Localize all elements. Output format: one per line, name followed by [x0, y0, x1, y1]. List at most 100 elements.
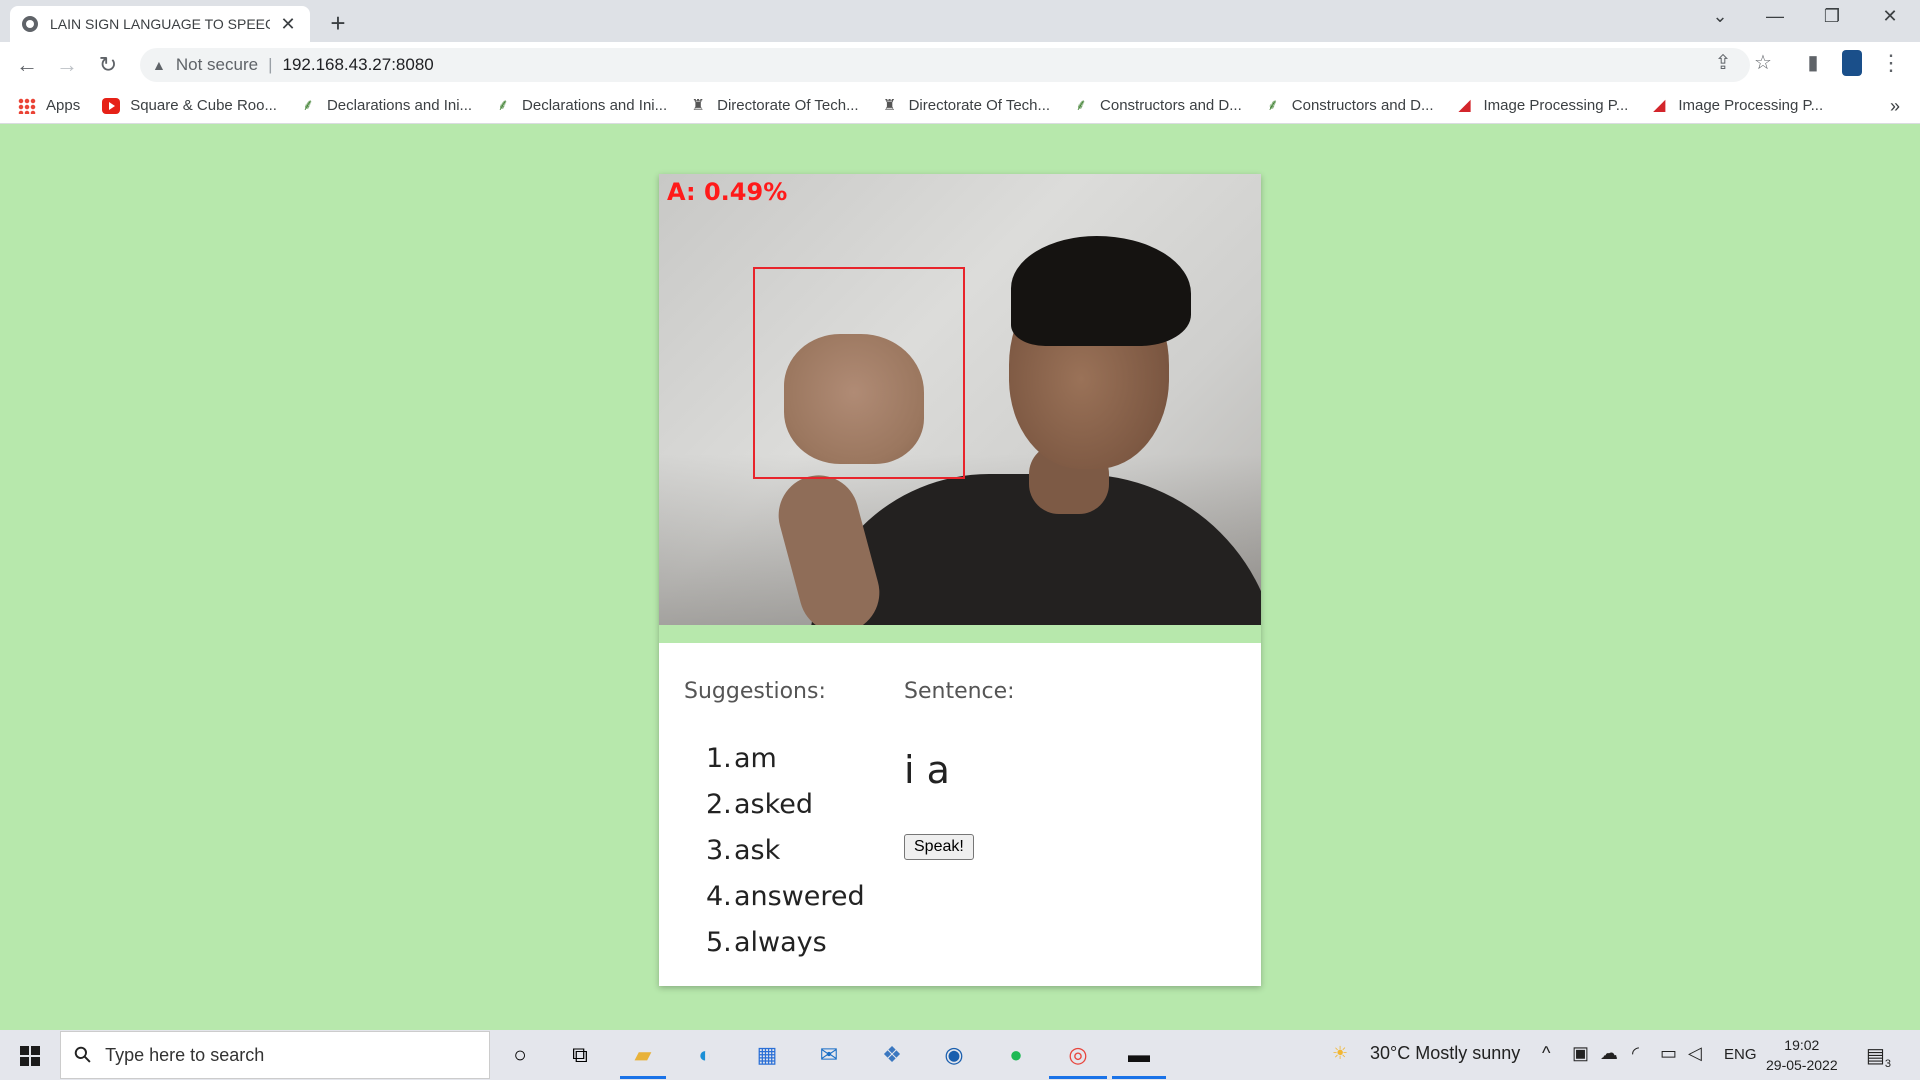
chrome-active-indicator — [1049, 1076, 1107, 1079]
bookmark-item[interactable]: Square & Cube Roo... — [102, 97, 277, 114]
suggestion-item[interactable]: 1. am — [706, 736, 865, 782]
bookmark-item[interactable]: ♜ Directorate Of Tech... — [881, 97, 1050, 114]
bookmark-label: Image Processing P... — [1483, 97, 1629, 114]
browser-tab[interactable]: LAIN SIGN LANGUAGE TO SPEEC ✕ — [10, 6, 310, 42]
url-text[interactable]: 192.168.43.27:8080 — [282, 55, 433, 75]
minimize-icon[interactable]: — — [1755, 6, 1795, 27]
suggestions-panel: Suggestions: 1. am 2. asked 3. ask 4. answer… — [684, 679, 865, 966]
meet-icon[interactable]: ▣ — [1572, 1043, 1589, 1064]
bookmark-label: Directorate Of Tech... — [717, 97, 859, 114]
app-card: A: 0.49% Suggestions: 1. am 2. asked 3. ask… — [659, 174, 1261, 986]
hand-detection-box — [753, 267, 965, 479]
file-explorer-icon[interactable]: ▰ — [626, 1038, 660, 1072]
taskbar-clock[interactable]: 19:02 29-05-2022 — [1766, 1035, 1838, 1075]
new-tab-button[interactable]: + — [326, 8, 350, 39]
address-bar[interactable]: ▲ Not secure | 192.168.43.27:8080 — [140, 48, 1750, 82]
bookmark-item[interactable]: ◢ Image Processing P... — [1456, 96, 1629, 114]
python-icon[interactable]: ❖ — [875, 1038, 909, 1072]
tab-close-icon[interactable]: ✕ — [278, 14, 298, 35]
volume-icon[interactable]: ◁ — [1688, 1043, 1702, 1064]
bookmark-label: Square & Cube Roo... — [130, 97, 277, 114]
browser-menu-icon[interactable]: ⋮ — [1880, 50, 1902, 76]
suggestion-item[interactable]: 3. ask — [706, 828, 865, 874]
app-icon[interactable]: ◉ — [937, 1038, 971, 1072]
bookmark-apps[interactable]: Apps — [18, 97, 80, 114]
person-hair — [1011, 236, 1191, 346]
bookmark-item[interactable]: ⸙ Constructors and D... — [1072, 97, 1242, 114]
onedrive-icon[interactable]: ☁ — [1600, 1043, 1618, 1064]
suggestion-number: 5. — [706, 927, 732, 958]
bookmark-label: Declarations and Ini... — [326, 97, 473, 114]
url-separator: | — [268, 55, 273, 74]
leaf-icon: ⸙ — [1075, 96, 1088, 114]
reload-icon[interactable]: ↻ — [93, 52, 123, 78]
sentence-heading: Sentence: — [904, 679, 1015, 704]
video-divider — [659, 625, 1261, 643]
youtube-icon — [102, 97, 121, 114]
taskbar-search-input[interactable]: ⚲ Type here to search — [60, 1031, 490, 1079]
bookmark-label: Directorate Of Tech... — [908, 97, 1051, 114]
share-icon[interactable]: ⇪ — [1708, 50, 1738, 75]
apps-grid-icon — [18, 97, 36, 114]
language-indicator[interactable]: ENG — [1724, 1046, 1757, 1063]
webcam-feed: A: 0.49% — [659, 174, 1261, 625]
back-icon[interactable]: ← — [12, 52, 42, 78]
red-brush-icon: ◢ — [1458, 96, 1471, 114]
leaf-icon: ⸙ — [497, 96, 510, 114]
bookmark-label: Constructors and D... — [1100, 97, 1242, 114]
suggestion-word: answered — [734, 881, 865, 912]
tab-title: LAIN SIGN LANGUAGE TO SPEEC — [50, 16, 270, 32]
bookmark-item[interactable]: ⸙ Constructors and D... — [1264, 97, 1434, 114]
close-window-icon[interactable]: ✕ — [1870, 6, 1910, 27]
forward-icon[interactable]: → — [52, 52, 82, 78]
suggestion-word: ask — [734, 835, 781, 866]
bookmark-item[interactable]: ♜ Directorate Of Tech... — [689, 97, 858, 114]
weather-icon[interactable]: ☀ — [1332, 1043, 1348, 1064]
wifi-icon[interactable]: ◜ — [1632, 1043, 1639, 1064]
bookmarks-overflow-icon[interactable]: » — [1890, 96, 1900, 117]
terminal-active-indicator — [1112, 1076, 1166, 1079]
cortana-icon[interactable]: ○ — [503, 1038, 537, 1072]
bookmark-item[interactable]: ⸙ Declarations and Ini... — [299, 97, 472, 114]
weather-text[interactable]: 30°C Mostly sunny — [1370, 1043, 1520, 1064]
terminal-icon[interactable]: ▬ — [1122, 1038, 1156, 1072]
notification-count: 3 — [1884, 1058, 1892, 1070]
store-icon[interactable]: ▦ — [750, 1038, 784, 1072]
suggestion-item[interactable]: 4. answered — [706, 874, 865, 920]
windows-start-icon[interactable] — [10, 1038, 50, 1072]
bookmark-star-icon[interactable]: ☆ — [1748, 50, 1778, 75]
leaf-icon: ⸙ — [301, 96, 314, 114]
suggestions-heading: Suggestions: — [684, 679, 826, 704]
speak-button[interactable]: Speak! — [904, 834, 974, 860]
search-icon: ⚲ — [68, 1040, 98, 1070]
security-label: Not secure — [175, 55, 259, 74]
battery-icon[interactable]: ▭ — [1660, 1043, 1677, 1064]
bookmark-label: Apps — [46, 97, 81, 114]
file-explorer-active-indicator — [620, 1076, 666, 1079]
search-placeholder: Type here to search — [105, 1044, 265, 1065]
bookmark-label: Image Processing P... — [1678, 97, 1824, 114]
emblem-icon: ♜ — [691, 96, 705, 114]
chrome-icon[interactable]: ◎ — [1061, 1038, 1095, 1072]
tab-search-icon[interactable]: ⌄ — [1700, 6, 1740, 27]
suggestion-number: 1. — [706, 743, 732, 774]
side-panel-icon[interactable]: ▮ — [1798, 50, 1828, 75]
suggestion-number: 4. — [706, 881, 732, 912]
profile-avatar-icon[interactable] — [1842, 50, 1862, 76]
notifications-icon[interactable]: ▤3 — [1866, 1043, 1891, 1070]
edge-icon[interactable]: ◐ — [688, 1038, 722, 1072]
warning-icon[interactable]: ▲ — [152, 57, 166, 73]
spotify-icon[interactable]: ● — [999, 1038, 1033, 1072]
browser-tab-strip: LAIN SIGN LANGUAGE TO SPEEC ✕ + ⌄ — ❐ ✕ — [0, 0, 1920, 42]
red-brush-icon: ◢ — [1653, 96, 1666, 114]
mail-icon[interactable]: ✉ — [812, 1038, 846, 1072]
suggestion-number: 3. — [706, 835, 732, 866]
suggestion-number: 2. — [706, 789, 732, 820]
bookmark-item[interactable]: ◢ Image Processing P... — [1650, 97, 1823, 114]
suggestion-item[interactable]: 5. always — [706, 920, 865, 966]
restore-icon[interactable]: ❐ — [1812, 6, 1852, 27]
suggestion-item[interactable]: 2. asked — [706, 782, 865, 828]
tray-chevron-icon[interactable]: ^ — [1542, 1043, 1550, 1064]
bookmark-item[interactable]: ⸙ Declarations and Ini... — [494, 97, 667, 114]
task-view-icon[interactable]: ⧉ — [563, 1038, 597, 1072]
